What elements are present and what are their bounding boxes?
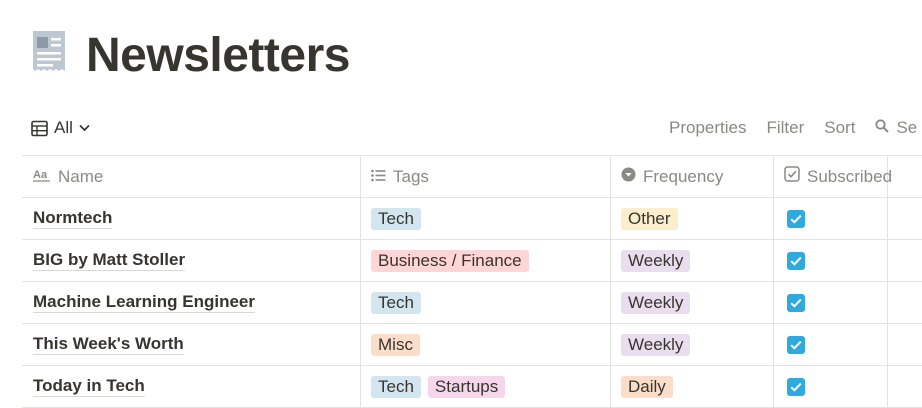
filter-button[interactable]: Filter bbox=[766, 118, 804, 138]
frequency-cell[interactable]: Daily bbox=[611, 366, 774, 407]
column-header-tags[interactable]: Tags bbox=[361, 156, 611, 197]
name-cell[interactable]: Today in Tech bbox=[22, 366, 361, 407]
subscribed-checkbox[interactable] bbox=[787, 251, 805, 270]
frequency-cell[interactable]: Other bbox=[611, 198, 774, 239]
checkmark-icon bbox=[790, 382, 802, 392]
frequency-cell[interactable]: Weekly bbox=[611, 324, 774, 365]
row-filler bbox=[888, 324, 922, 365]
subscribed-cell bbox=[774, 366, 888, 407]
newsletter-name[interactable]: This Week's Worth bbox=[33, 334, 184, 355]
tag-badge: Tech bbox=[371, 375, 421, 398]
subscribed-checkbox[interactable] bbox=[787, 209, 805, 228]
name-cell[interactable]: BIG by Matt Stoller bbox=[22, 240, 361, 281]
subscribed-cell bbox=[774, 324, 888, 365]
name-cell[interactable]: This Week's Worth bbox=[22, 324, 361, 365]
frequency-cell[interactable]: Weekly bbox=[611, 240, 774, 281]
column-label: Frequency bbox=[643, 166, 724, 186]
tag-badge: Misc bbox=[371, 333, 420, 356]
checkmark-icon bbox=[790, 340, 802, 350]
frequency-badge: Daily bbox=[621, 375, 673, 398]
table-icon bbox=[31, 120, 48, 137]
newsletters-table: Aa Name Tags Frequency Subscribed Normte… bbox=[22, 155, 922, 408]
subscribed-cell bbox=[774, 198, 888, 239]
page-title[interactable]: Newsletters bbox=[86, 26, 350, 86]
tags-cell[interactable]: Tech bbox=[361, 282, 611, 323]
search-label: Se bbox=[896, 118, 918, 137]
column-label: Name bbox=[58, 166, 104, 186]
column-header-subscribed[interactable]: Subscribed bbox=[774, 156, 892, 197]
row-filler bbox=[888, 282, 922, 323]
chevron-down-icon bbox=[79, 124, 90, 132]
column-header-frequency[interactable]: Frequency bbox=[611, 156, 774, 197]
tag-badge: Business / Finance bbox=[371, 249, 529, 272]
checkmark-icon bbox=[790, 298, 802, 308]
newsletter-name[interactable]: Normtech bbox=[33, 208, 113, 229]
frequency-badge: Weekly bbox=[621, 249, 691, 272]
tags-cell[interactable]: Tech bbox=[361, 198, 611, 239]
table-row[interactable]: BIG by Matt Stoller Business / Finance Wee… bbox=[22, 240, 922, 282]
checkbox-property-icon bbox=[784, 166, 800, 187]
toolbar: Properties Filter Sort Se bbox=[669, 118, 917, 138]
newsletter-name[interactable]: BIG by Matt Stoller bbox=[33, 250, 186, 271]
properties-button[interactable]: Properties bbox=[669, 118, 746, 138]
row-filler bbox=[888, 198, 922, 239]
svg-text:Aa: Aa bbox=[33, 169, 48, 181]
subscribed-checkbox[interactable] bbox=[787, 293, 805, 312]
tags-cell[interactable]: Misc bbox=[361, 324, 611, 365]
tag-badge: Tech bbox=[371, 207, 421, 230]
checkmark-icon bbox=[790, 214, 802, 224]
column-header-name[interactable]: Aa Name bbox=[22, 156, 361, 197]
table-row[interactable]: Normtech Tech Other bbox=[22, 198, 922, 240]
view-switcher[interactable]: All bbox=[31, 118, 90, 138]
name-cell[interactable]: Machine Learning Engineer bbox=[22, 282, 361, 323]
newsletter-name[interactable]: Machine Learning Engineer bbox=[33, 292, 255, 313]
add-column-area[interactable] bbox=[888, 156, 922, 197]
name-cell[interactable]: Normtech bbox=[22, 198, 361, 239]
sort-button[interactable]: Sort bbox=[824, 118, 855, 138]
tag-badge: Startups bbox=[427, 375, 506, 398]
row-filler bbox=[888, 240, 922, 281]
checkmark-icon bbox=[790, 256, 802, 266]
subscribed-cell bbox=[774, 282, 888, 323]
subscribed-checkbox[interactable] bbox=[787, 377, 805, 396]
select-property-icon bbox=[621, 167, 636, 187]
column-label: Tags bbox=[393, 166, 429, 186]
tag-badge: Tech bbox=[371, 291, 421, 314]
tags-cell[interactable]: Business / Finance bbox=[361, 240, 611, 281]
table-body: Normtech Tech Other BIG by Matt Stoller Busi… bbox=[22, 198, 922, 408]
table-row[interactable]: Machine Learning Engineer Tech Weekly bbox=[22, 282, 922, 324]
search-icon bbox=[875, 118, 890, 138]
text-property-icon: Aa bbox=[33, 167, 51, 187]
search-button[interactable]: Se bbox=[875, 118, 917, 138]
tags-cell[interactable]: Tech Startups bbox=[361, 366, 611, 407]
subscribed-cell bbox=[774, 240, 888, 281]
table-header: Aa Name Tags Frequency Subscribed bbox=[22, 156, 922, 198]
view-label: All bbox=[54, 118, 73, 137]
table-row[interactable]: This Week's Worth Misc Weekly bbox=[22, 324, 922, 366]
newspaper-icon[interactable] bbox=[31, 29, 67, 73]
newsletter-name[interactable]: Today in Tech bbox=[33, 376, 145, 397]
frequency-badge: Weekly bbox=[621, 333, 691, 356]
column-label: Subscribed bbox=[807, 166, 893, 186]
row-filler bbox=[888, 366, 922, 407]
subscribed-checkbox[interactable] bbox=[787, 335, 805, 354]
frequency-badge: Weekly bbox=[621, 291, 691, 314]
list-icon bbox=[371, 167, 386, 187]
frequency-badge: Other bbox=[621, 207, 678, 230]
table-row[interactable]: Today in Tech Tech Startups Daily bbox=[22, 366, 922, 408]
frequency-cell[interactable]: Weekly bbox=[611, 282, 774, 323]
